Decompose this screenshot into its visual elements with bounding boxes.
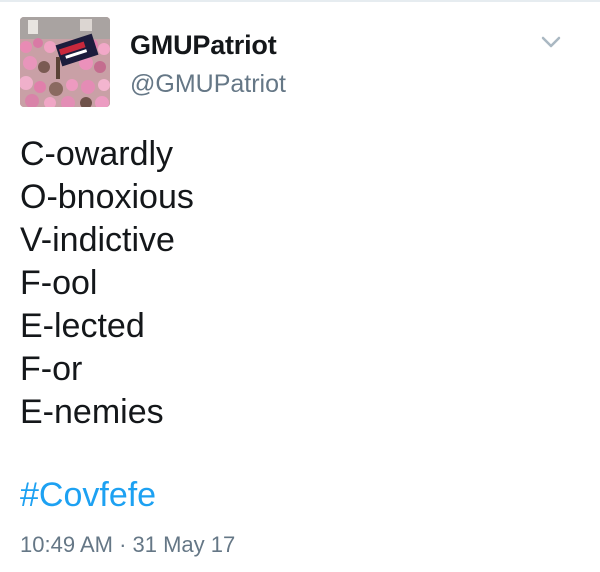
author-handle[interactable]: @GMUPatriot [130, 70, 286, 99]
tweet-line: F-or [20, 350, 83, 388]
tweet-line: O-bnoxious [20, 178, 194, 216]
tweet-line: E-nemies [20, 393, 164, 431]
top-divider [0, 0, 600, 2]
tweet-line: V-indictive [20, 221, 175, 259]
tweet-line: F-ool [20, 264, 98, 302]
author-display-name[interactable]: GMUPatriot [130, 30, 277, 61]
hashtag-link[interactable]: #Covfefe [20, 474, 156, 517]
tweet-menu-button[interactable] [536, 30, 566, 54]
tweet-line: C-owardly [20, 135, 174, 173]
crowd-photo-avatar-icon [20, 17, 110, 107]
chevron-down-icon [541, 36, 561, 48]
tweet-text: C-owardly O-bnoxious V-indictive F-ool E… [20, 133, 580, 434]
tweet-timestamp[interactable]: 10:49 AM · 31 May 17 [20, 532, 235, 558]
tweet-line: E-lected [20, 307, 145, 345]
avatar[interactable] [20, 17, 110, 107]
